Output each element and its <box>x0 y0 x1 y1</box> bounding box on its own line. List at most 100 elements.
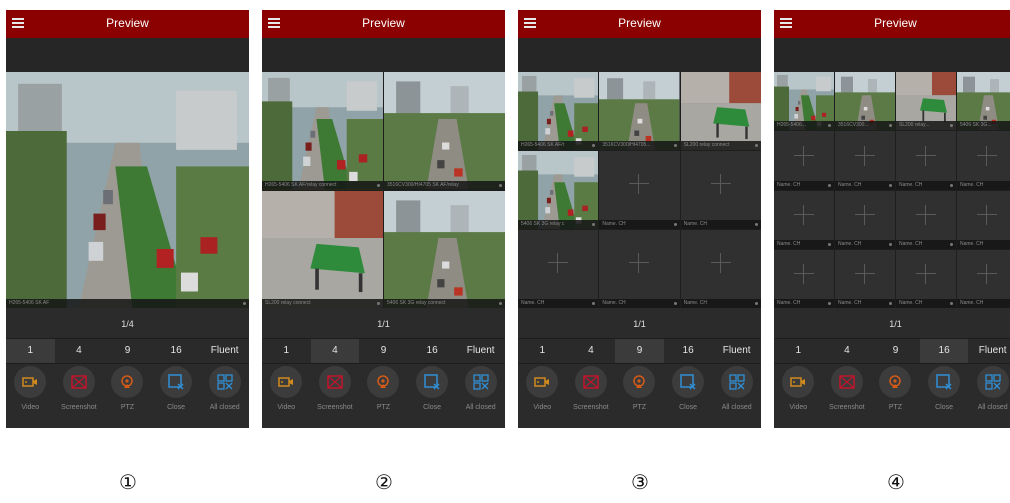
split-tab-0[interactable]: 1 <box>6 339 55 363</box>
channel-label: Name. CH <box>680 220 761 229</box>
add-channel-icon[interactable] <box>548 252 569 273</box>
sub-bar <box>262 38 505 72</box>
split-tab-1[interactable]: 4 <box>823 339 872 363</box>
action-all-closed-button[interactable]: All closed <box>714 366 760 428</box>
video-cell[interactable]: Name. CH <box>599 230 680 308</box>
video-cell[interactable]: 5406 SK 3G relay c <box>518 151 599 229</box>
split-tab-1[interactable]: 4 <box>567 339 616 363</box>
video-cell[interactable]: Name. CH <box>774 131 834 190</box>
split-tab-2[interactable]: 9 <box>871 339 920 363</box>
action-close-button[interactable]: Close <box>153 366 199 428</box>
video-cell[interactable]: Name. CH <box>835 190 895 249</box>
add-channel-icon[interactable] <box>916 264 936 285</box>
video-cell[interactable]: Name. CH <box>680 151 761 229</box>
split-tab-4[interactable]: Fluent <box>712 339 761 363</box>
action-all-closed-button[interactable]: All closed <box>458 366 504 428</box>
split-tab-2[interactable]: 9 <box>103 339 152 363</box>
split-tab-0[interactable]: 1 <box>262 339 311 363</box>
add-channel-icon[interactable] <box>629 173 650 194</box>
video-cell[interactable]: Name. CH <box>680 230 761 308</box>
split-tab-1[interactable]: 4 <box>55 339 104 363</box>
action-screenshot-button[interactable]: Screenshot <box>568 366 614 428</box>
channel-label: 5406 SK 3G relay c <box>518 220 599 229</box>
add-channel-icon[interactable] <box>916 204 936 225</box>
channel-label: Name. CH <box>957 180 1010 190</box>
add-channel-icon[interactable] <box>710 173 731 194</box>
video-cell[interactable]: Name. CH <box>599 151 680 229</box>
split-tab-3[interactable]: 16 <box>919 339 969 363</box>
add-channel-icon[interactable] <box>855 145 875 166</box>
split-tab-3[interactable]: 16 <box>664 339 713 363</box>
action-all-closed-button[interactable]: All closed <box>202 366 248 428</box>
add-channel-icon[interactable] <box>916 145 936 166</box>
video-cell[interactable]: Name. CH <box>774 249 834 308</box>
video-cell[interactable]: 3516CV300/HI4705 SK AF/relay <box>384 72 505 190</box>
add-channel-icon[interactable] <box>710 252 731 273</box>
action-video-button[interactable]: Video <box>263 366 309 428</box>
sub-bar <box>774 38 1010 72</box>
page-title: Preview <box>106 16 149 30</box>
split-tab-4[interactable]: Fluent <box>200 339 249 363</box>
video-cell[interactable]: 3516CV300... <box>835 72 895 131</box>
video-cell[interactable]: Name. CH <box>957 249 1010 308</box>
video-cell[interactable]: H265-5406... <box>774 72 834 131</box>
split-tab-4[interactable]: Fluent <box>968 339 1010 363</box>
add-channel-icon[interactable] <box>794 264 814 285</box>
action-ptz-button[interactable]: PTZ <box>616 366 662 428</box>
split-tab-2[interactable]: 9 <box>615 339 664 363</box>
split-tab-4[interactable]: Fluent <box>456 339 505 363</box>
page-indicator: 1/1 <box>377 319 390 329</box>
split-tab-0[interactable]: 1 <box>518 339 567 363</box>
add-channel-icon[interactable] <box>629 252 650 273</box>
video-cell[interactable]: H265-5406 SK AF/r <box>518 72 599 150</box>
status-dot-icon <box>755 302 758 305</box>
video-cell[interactable]: Name. CH <box>774 190 834 249</box>
action-close-button[interactable]: Close <box>665 366 711 428</box>
action-ptz-button[interactable]: PTZ <box>104 366 150 428</box>
split-tab-0[interactable]: 1 <box>774 339 823 363</box>
add-channel-icon[interactable] <box>855 204 875 225</box>
split-tab-2[interactable]: 9 <box>359 339 408 363</box>
video-cell[interactable]: 5406 SK 3G... <box>957 72 1010 131</box>
action-screenshot-button[interactable]: Screenshot <box>312 366 358 428</box>
action-screenshot-button[interactable]: Screenshot <box>56 366 102 428</box>
video-cell[interactable]: Name. CH <box>896 131 956 190</box>
add-channel-icon[interactable] <box>977 264 997 285</box>
status-dot-icon <box>377 183 380 187</box>
add-channel-icon[interactable] <box>855 264 875 285</box>
video-cell[interactable]: 5406 SK 3G relay connect <box>384 190 505 308</box>
video-cell[interactable]: H265-5406 SK AF <box>6 72 249 308</box>
split-tabs: 1 4 9 16 Fluent <box>262 338 505 364</box>
title-bar: Preview <box>774 10 1010 38</box>
action-all-closed-button[interactable]: All closed <box>970 366 1010 428</box>
action-video-button[interactable]: Video <box>7 366 53 428</box>
action-screenshot-button[interactable]: Screenshot <box>824 366 870 428</box>
video-cell[interactable]: H265-5406 SK AF/relay connect <box>262 72 383 190</box>
video-cell[interactable]: Name. CH <box>835 249 895 308</box>
action-ptz-button[interactable]: PTZ <box>360 366 406 428</box>
action-bar: Video Screenshot PTZ Close All closed <box>774 366 1010 428</box>
split-tab-3[interactable]: 16 <box>408 339 457 363</box>
video-cell[interactable]: 3516CV300/HI4705... <box>599 72 680 150</box>
video-cell[interactable]: Name. CH <box>957 131 1010 190</box>
add-channel-icon[interactable] <box>977 204 997 225</box>
video-cell[interactable]: Name. CH <box>835 131 895 190</box>
video-cell[interactable]: Name. CH <box>896 190 956 249</box>
video-cell[interactable]: SL200 relay... <box>896 72 956 131</box>
action-ptz-button[interactable]: PTZ <box>872 366 918 428</box>
action-video-button[interactable]: Video <box>775 366 821 428</box>
add-channel-icon[interactable] <box>977 145 997 166</box>
video-cell[interactable]: Name. CH <box>518 230 599 308</box>
action-video-button[interactable]: Video <box>519 366 565 428</box>
video-cell[interactable]: Name. CH <box>896 249 956 308</box>
video-cell[interactable]: SL200 relay connect <box>680 72 761 150</box>
channel-label: 3516CV300/HI4705 SK AF/relay <box>384 180 505 190</box>
action-close-button[interactable]: Close <box>409 366 455 428</box>
video-cell[interactable]: Name. CH <box>957 190 1010 249</box>
split-tab-3[interactable]: 16 <box>152 339 201 363</box>
add-channel-icon[interactable] <box>794 204 814 225</box>
split-tab-1[interactable]: 4 <box>310 339 360 363</box>
action-close-button[interactable]: Close <box>921 366 967 428</box>
add-channel-icon[interactable] <box>794 145 814 166</box>
video-cell[interactable]: SL200 relay connect <box>262 190 383 308</box>
